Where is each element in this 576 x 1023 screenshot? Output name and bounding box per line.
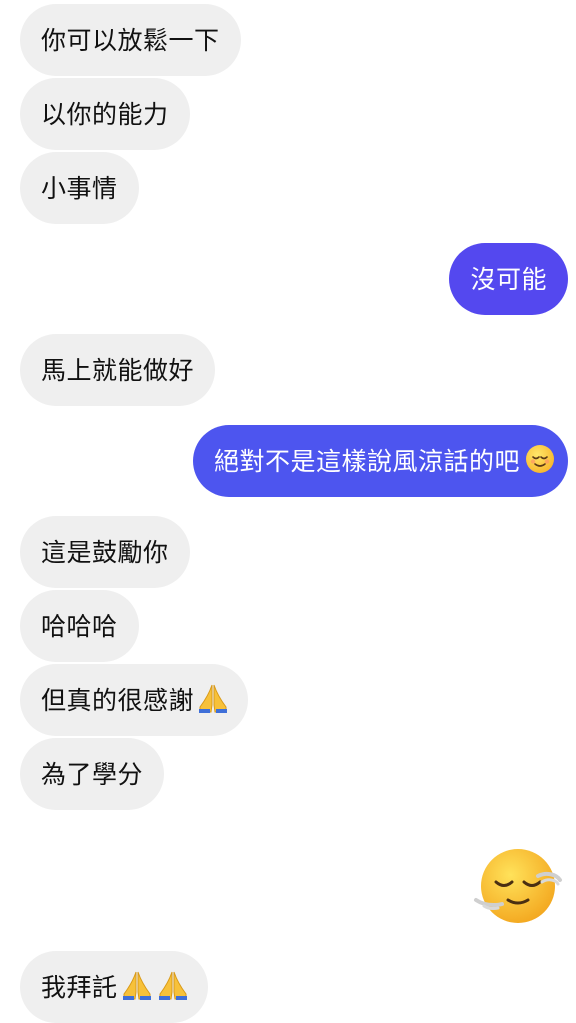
message-text: 小事情 [41, 173, 118, 203]
message-bubble-incoming[interactable]: 為了學分 [20, 738, 165, 810]
message-text: 沒可能 [470, 264, 547, 294]
message-bubble-outgoing[interactable]: 沒可能 [449, 243, 568, 315]
message-bubble-incoming[interactable]: 我拜託 [20, 951, 208, 1023]
message-text: 但真的很感謝 [41, 685, 195, 715]
message-bubble-incoming[interactable]: 這是鼓勵你 [20, 516, 190, 588]
message-text: 絕對不是這樣說風涼話的吧 [213, 446, 520, 476]
chat-thread: 你可以放鬆一下 以你的能力 小事情 沒可能 馬上就能做好 絕對不是這樣說風涼話的… [0, 0, 576, 1023]
folded-hands-icon [156, 968, 190, 1006]
face-with-spiral-eyes-dizzy-icon[interactable] [472, 842, 564, 930]
message-text: 哈哈哈 [41, 611, 118, 641]
relieved-face-icon [524, 443, 556, 479]
message-bubble-incoming[interactable]: 以你的能力 [20, 78, 190, 150]
message-text: 你可以放鬆一下 [41, 25, 220, 55]
message-text: 為了學分 [41, 759, 144, 789]
folded-hands-icon [120, 968, 154, 1006]
message-text: 我拜託 [41, 972, 118, 1002]
message-bubble-incoming[interactable]: 小事情 [20, 152, 139, 224]
message-bubble-incoming[interactable]: 馬上就能做好 [20, 334, 216, 406]
message-bubble-incoming[interactable]: 但真的很感謝 [20, 664, 249, 736]
message-bubble-incoming[interactable]: 哈哈哈 [20, 590, 139, 662]
folded-hands-icon [196, 681, 230, 719]
message-bubble-incoming[interactable]: 你可以放鬆一下 [20, 4, 241, 76]
message-text: 以你的能力 [41, 99, 169, 129]
message-text: 這是鼓勵你 [41, 537, 169, 567]
message-bubble-outgoing[interactable]: 絕對不是這樣說風涼話的吧 [192, 425, 568, 497]
message-text: 馬上就能做好 [41, 355, 195, 385]
